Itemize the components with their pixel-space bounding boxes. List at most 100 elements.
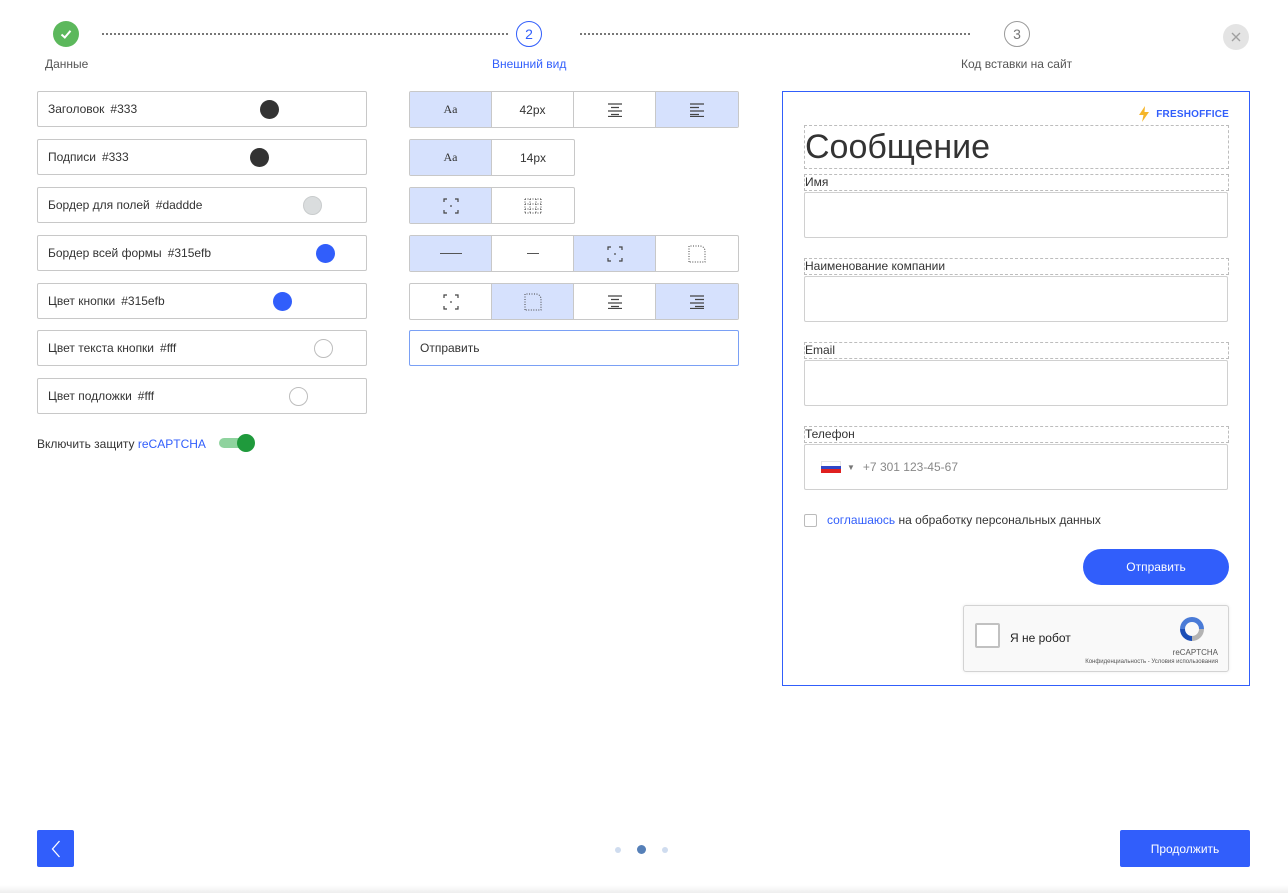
color-field-value: #333 [110, 102, 138, 116]
back-button[interactable] [37, 830, 74, 867]
form-preview: FRESHOFFICE Сообщение Имя Наименование к… [782, 91, 1250, 686]
border-line-long-button[interactable] [410, 236, 492, 271]
consent-checkbox[interactable] [804, 514, 817, 527]
toggle-knob [237, 434, 255, 452]
line-short-icon [526, 253, 539, 254]
color-swatch[interactable] [273, 292, 292, 311]
align-center-icon [607, 294, 622, 309]
russia-flag-icon[interactable] [821, 461, 841, 474]
step-1-label: Данные [45, 57, 89, 71]
corner-rounded-button[interactable] [656, 236, 738, 271]
page-dot[interactable] [662, 846, 668, 853]
title-style-group: Aa 42px [409, 91, 739, 128]
label-size-button[interactable]: 14px [492, 140, 574, 175]
color-field-title[interactable]: Заголовок #333 [37, 91, 367, 127]
button-align-center-button[interactable] [574, 284, 656, 319]
step-2-label: Внешний вид [492, 57, 567, 71]
align-center-button[interactable] [574, 92, 656, 127]
grid-icon [524, 198, 542, 213]
color-field-value: #fff [137, 389, 155, 403]
color-field-button-text[interactable]: Цвет текста кнопки #fff [37, 330, 367, 366]
color-swatch[interactable] [314, 339, 333, 358]
field-label-company: Наименование компании [804, 258, 1229, 275]
form-title: Сообщение [804, 125, 1229, 169]
color-field-value: #fff [160, 341, 177, 355]
color-field-label: Бордер всей формы [48, 246, 162, 260]
field-border-group [409, 235, 739, 272]
color-swatch[interactable] [316, 244, 335, 263]
recaptcha-text: Я не робот [1010, 631, 1071, 645]
chevron-down-icon[interactable]: ▼ [847, 463, 855, 472]
color-field-field-border[interactable]: Бордер для полей #daddde [37, 187, 367, 223]
chevron-left-icon [51, 840, 60, 857]
color-field-label: Бордер для полей [48, 198, 150, 212]
color-field-label: Подписи [48, 150, 96, 164]
recaptcha-checkbox[interactable] [975, 623, 1000, 648]
padding-icon [442, 197, 459, 214]
name-input[interactable] [804, 192, 1228, 238]
recaptcha-links[interactable]: Конфиденциальность - Условия использован… [1085, 659, 1218, 665]
field-label-phone: Телефон [804, 426, 1229, 443]
company-input[interactable] [804, 276, 1228, 322]
step-2-indicator[interactable]: 2 [516, 21, 542, 47]
button-corner-square-button[interactable] [410, 284, 492, 319]
consent-link[interactable]: соглашаюсь [827, 513, 895, 527]
brand-logo: FRESHOFFICE [1138, 106, 1229, 122]
field-label-name: Имя [804, 174, 1229, 191]
phone-placeholder: +7 301 123-45-67 [862, 460, 959, 474]
button-corner-rounded-button[interactable] [492, 284, 574, 319]
color-field-value: #315efb [167, 246, 212, 260]
color-field-background[interactable]: Цвет подложки #fff [37, 378, 367, 414]
corners-icon [606, 245, 623, 262]
line-long-icon [439, 253, 462, 254]
color-swatch[interactable] [289, 387, 308, 406]
brand-name: FRESHOFFICE [1156, 108, 1229, 120]
color-field-label: Заголовок [48, 102, 105, 116]
step-3-indicator[interactable]: 3 [1004, 21, 1030, 47]
color-field-label: Цвет текста кнопки [48, 341, 155, 355]
submit-button[interactable]: Отправить [1083, 549, 1229, 585]
step-1-done-check-icon[interactable] [53, 21, 79, 47]
align-right-icon [690, 294, 704, 309]
align-center-icon [607, 102, 622, 117]
continue-button[interactable]: Продолжить [1120, 830, 1250, 867]
label-font-button[interactable]: Aa [410, 140, 492, 175]
email-input[interactable] [804, 360, 1228, 406]
color-swatch[interactable] [303, 196, 322, 215]
corners-icon [442, 293, 459, 310]
color-field-value: #333 [101, 150, 129, 164]
color-field-button[interactable]: Цвет кнопки #315efb [37, 283, 367, 319]
button-align-right-button[interactable] [656, 284, 738, 319]
corner-square-button[interactable] [574, 236, 656, 271]
step-3-label: Код вставки на сайт [961, 57, 1073, 71]
title-size-button[interactable]: 42px [492, 92, 574, 127]
recaptcha-link[interactable]: reCAPTCHA [138, 437, 206, 451]
recaptcha-toggle-label: Включить защиту reCAPTCHA [37, 437, 206, 451]
page-dot-active[interactable] [637, 845, 646, 854]
step-connector [102, 33, 508, 35]
color-swatch[interactable] [260, 100, 279, 119]
color-field-form-border[interactable]: Бордер всей формы #315efb [37, 235, 367, 271]
padding-button[interactable] [410, 188, 492, 223]
recaptcha-logo-icon [1177, 614, 1207, 647]
recaptcha-brand: reCAPTCHA [1172, 648, 1218, 657]
recaptcha-toggle[interactable] [219, 433, 257, 453]
consent-description: на обработку персональных данных [898, 513, 1101, 527]
field-label-email: Email [804, 342, 1229, 359]
close-button[interactable] [1223, 24, 1249, 50]
align-left-button[interactable] [656, 92, 738, 127]
color-swatch[interactable] [250, 148, 269, 167]
color-field-label: Цвет кнопки [48, 294, 116, 308]
title-font-button[interactable]: Aa [410, 92, 492, 127]
grid-button[interactable] [492, 188, 574, 223]
button-text-input[interactable]: Отправить [409, 330, 739, 366]
step-connector [580, 33, 970, 35]
align-left-icon [690, 102, 704, 117]
recaptcha-toggle-text: Включить защиту [37, 437, 135, 451]
phone-input[interactable]: ▼ +7 301 123-45-67 [804, 444, 1228, 490]
close-icon [1231, 32, 1241, 42]
color-field-labels[interactable]: Подписи #333 [37, 139, 367, 175]
border-line-short-button[interactable] [492, 236, 574, 271]
page-dot[interactable] [615, 846, 621, 853]
lightning-icon [1139, 106, 1150, 122]
